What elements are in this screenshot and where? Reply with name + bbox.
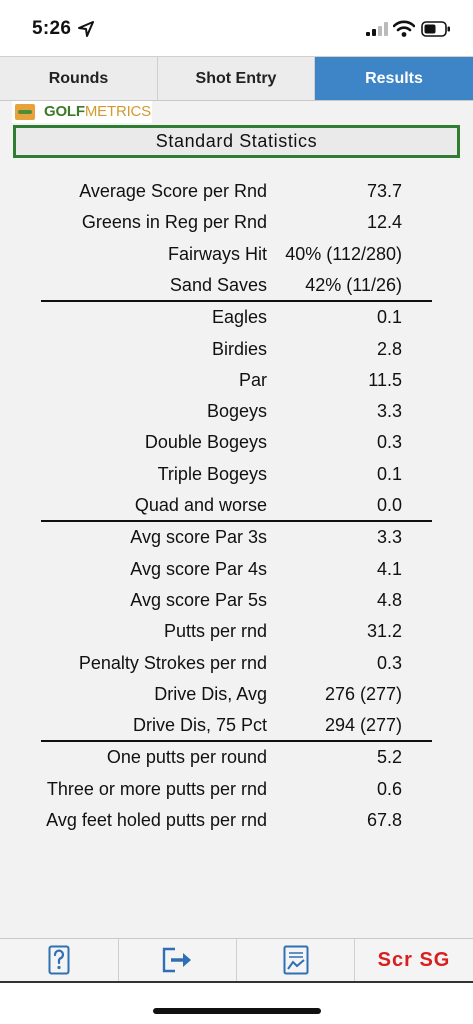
stat-label: Quad and worse xyxy=(134,495,267,515)
stat-row: Drive Dis, 75 Pct 294 (277) xyxy=(0,711,473,741)
section-title: Standard Statistics xyxy=(13,125,460,158)
stat-row: Sand Saves 42% (11/26) xyxy=(0,271,473,301)
golfmetrics-logo: GOLFMETRICS xyxy=(12,101,152,123)
stat-value: 12.4 xyxy=(366,212,402,233)
stat-row: Eagles 0.1 xyxy=(0,303,473,333)
stat-label: Average Score per Rnd xyxy=(79,181,267,201)
tab-rounds[interactable]: Rounds xyxy=(0,57,158,100)
stat-row: Bogeys 3.3 xyxy=(0,397,473,427)
stat-label: Avg score Par 5s xyxy=(130,589,267,610)
battery-icon xyxy=(421,21,450,37)
section-divider xyxy=(41,300,432,303)
stat-value: 0.1 xyxy=(376,307,402,328)
stat-label: Putts per rnd xyxy=(163,621,267,642)
stat-row: One putts per round 5.2 xyxy=(0,743,473,773)
stat-label: Avg score Par 4s xyxy=(130,558,267,579)
stat-value: 4.1 xyxy=(376,558,402,579)
stat-row: Average Score per Rnd 73.7 xyxy=(0,177,473,207)
stat-label: Fairways Hit xyxy=(167,243,267,264)
export-icon xyxy=(162,947,191,973)
stat-value: 42% (11/26) xyxy=(305,274,402,295)
stat-value: 2.8 xyxy=(376,338,402,359)
stat-row: Avg feet holed putts per rnd 67.8 xyxy=(0,806,473,836)
stat-value: 0.3 xyxy=(376,432,402,453)
stat-label: Bogeys xyxy=(206,401,267,422)
bottom-toolbar: Scr SG xyxy=(0,938,473,984)
status-time: 5:26 xyxy=(32,18,72,39)
stat-label: Par xyxy=(238,369,267,390)
stat-row: Quad and worse 0.0 xyxy=(0,491,473,521)
stat-value: 5.2 xyxy=(376,747,402,768)
stat-row: Avg score Par 4s 4.1 xyxy=(0,555,473,585)
section-divider xyxy=(41,520,432,523)
stat-label: Eagles xyxy=(211,307,267,328)
golfmetrics-logo-icon xyxy=(15,104,35,120)
logo-golf-text: GOLF xyxy=(44,103,85,120)
stat-label: Sand Saves xyxy=(169,274,267,295)
stat-value: 0.3 xyxy=(376,652,402,673)
tab-results[interactable]: Results xyxy=(315,57,473,100)
stat-value: 0.6 xyxy=(376,778,402,799)
stat-value: 276 (277) xyxy=(324,683,402,704)
stat-label: Avg score Par 3s xyxy=(130,527,267,548)
stat-label: Avg feet holed putts per rnd xyxy=(46,810,267,830)
stat-value: 3.3 xyxy=(376,527,402,548)
stat-label: Birdies xyxy=(211,338,267,359)
help-button[interactable] xyxy=(0,939,119,981)
stat-row: Drive Dis, Avg 276 (277) xyxy=(0,680,473,710)
stat-row: Double Bogeys 0.3 xyxy=(0,428,473,458)
chart-report-icon xyxy=(283,945,308,975)
stat-value: 67.8 xyxy=(366,810,402,830)
tab-shot-entry[interactable]: Shot Entry xyxy=(158,57,315,100)
stat-row: Penalty Strokes per rnd 0.3 xyxy=(0,649,473,679)
home-indicator[interactable] xyxy=(153,1008,321,1014)
stat-value: 40% (112/280) xyxy=(285,243,402,264)
stat-label: Greens in Reg per Rnd xyxy=(81,212,267,233)
stat-label: Drive Dis, Avg xyxy=(154,683,267,704)
stat-row: Avg score Par 3s 3.3 xyxy=(0,523,473,553)
section-divider xyxy=(41,740,432,743)
stat-row: Fairways Hit 40% (112/280) xyxy=(0,240,473,270)
export-button[interactable] xyxy=(119,939,237,981)
stat-value: 73.7 xyxy=(366,181,402,201)
stat-row: Putts per rnd 31.2 xyxy=(0,617,473,647)
stat-value: 0.1 xyxy=(376,463,402,484)
cellular-signal-icon xyxy=(366,22,388,36)
stat-value: 31.2 xyxy=(366,621,402,642)
stat-value: 11.5 xyxy=(368,369,402,390)
status-bar: 5:26 xyxy=(0,0,473,56)
wifi-icon xyxy=(393,20,415,37)
stat-row: Avg score Par 5s 4.8 xyxy=(0,586,473,616)
stat-label: Double Bogeys xyxy=(144,432,267,453)
stat-row: Birdies 2.8 xyxy=(0,335,473,365)
stat-row: Triple Bogeys 0.1 xyxy=(0,460,473,490)
location-arrow-icon xyxy=(78,21,94,37)
scr-sg-label: Scr SG xyxy=(377,948,451,971)
stat-row: Par 11.5 xyxy=(0,366,473,396)
stat-label: Triple Bogeys xyxy=(157,463,267,484)
tab-bar: Rounds Shot Entry Results xyxy=(0,56,473,101)
home-area xyxy=(0,983,473,1024)
stat-value: 294 (277) xyxy=(324,715,402,736)
stat-label: One putts per round xyxy=(106,747,267,768)
logo-metrics-text: METRICS xyxy=(84,103,151,120)
scr-sg-button[interactable]: Scr SG xyxy=(355,939,473,981)
stat-label: Drive Dis, 75 Pct xyxy=(132,715,267,736)
stat-value: 0.0 xyxy=(376,495,402,515)
stat-row: Greens in Reg per Rnd 12.4 xyxy=(0,208,473,238)
stat-row: Three or more putts per rnd 0.6 xyxy=(0,775,473,805)
report-button[interactable] xyxy=(237,939,355,981)
stat-label: Three or more putts per rnd xyxy=(46,778,267,799)
stat-value: 4.8 xyxy=(376,589,402,610)
stat-value: 3.3 xyxy=(376,401,402,422)
help-icon xyxy=(48,945,70,975)
stat-label: Penalty Strokes per rnd xyxy=(78,652,267,673)
